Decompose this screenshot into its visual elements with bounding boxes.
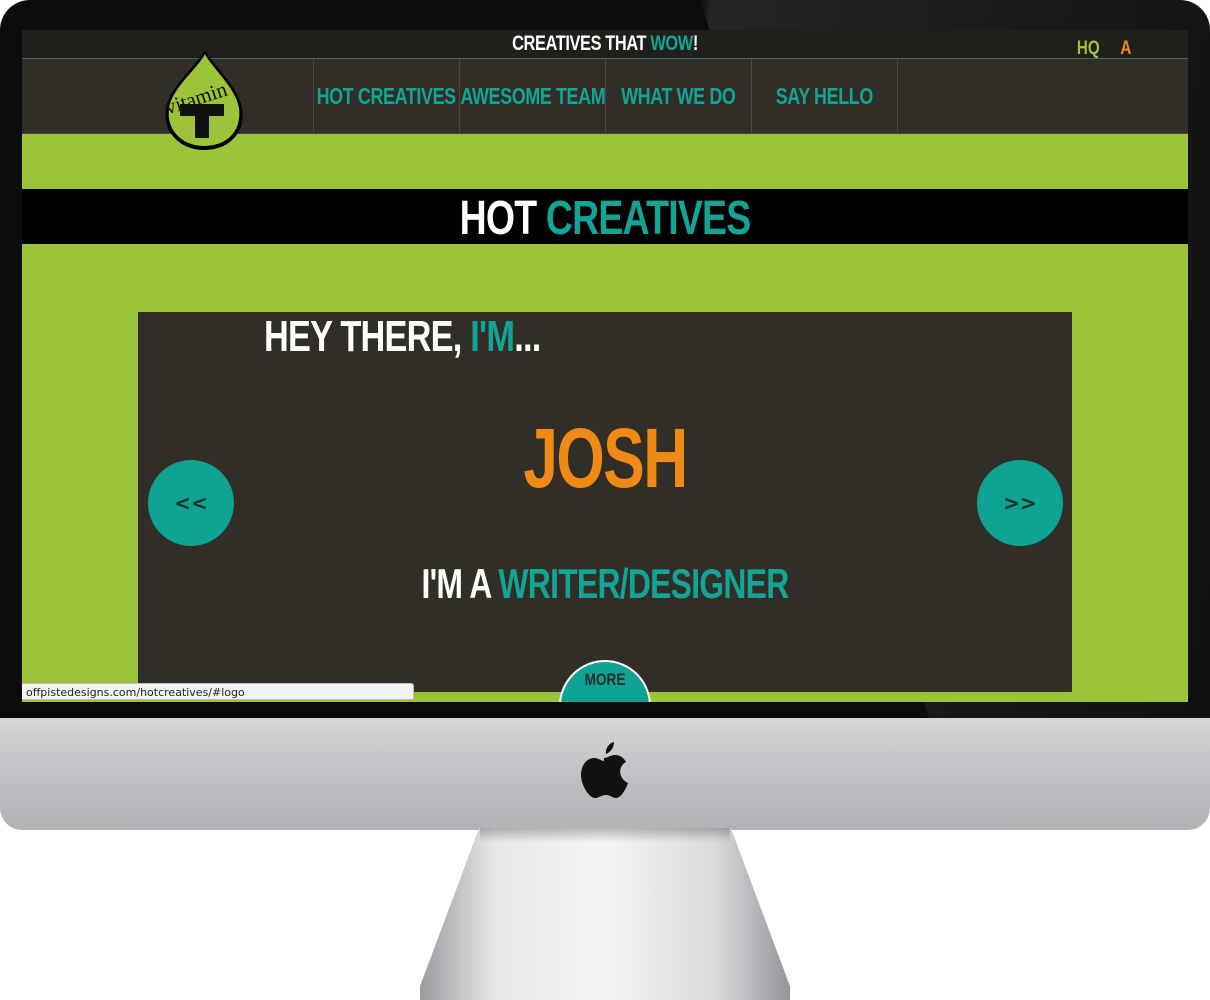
stand-shadow <box>480 828 730 842</box>
browser-status-bar: offpistedesigns.com/hotcreatives/#logo <box>22 683 414 700</box>
website-screen: CREATIVES THAT WOW! HQ A HOT CREATIVES A… <box>22 30 1188 702</box>
more-button-label: MORE <box>584 670 626 689</box>
a-link[interactable]: A <box>1120 38 1131 60</box>
nav-item-hot-creatives[interactable]: HOT CREATIVES <box>313 59 459 133</box>
section-title-band: HOT CREATIVES <box>22 189 1188 246</box>
section-title-part2: CREATIVES <box>545 192 751 245</box>
tagline-highlight: WOW <box>650 32 693 55</box>
creative-slider: HEY THERE, I'M... JOSH I'M A WRITER/DESI… <box>138 312 1072 702</box>
monitor-stand <box>420 828 790 1000</box>
nav-item-say-hello[interactable]: SAY HELLO <box>751 59 898 133</box>
section-title: HOT CREATIVES <box>150 191 1059 246</box>
nav-items: HOT CREATIVES AWESOME TEAM WHAT WE DO SA… <box>313 59 898 133</box>
nav-item-label: SAY HELLO <box>775 82 874 109</box>
vitamin-t-drop-logo[interactable]: vitamin <box>158 46 248 154</box>
tagline: CREATIVES THAT WOW! <box>150 32 1059 56</box>
nav-item-label: AWESOME TEAM <box>460 82 605 109</box>
nav-item-label: WHAT WE DO <box>621 82 736 109</box>
nav-item-label: HOT CREATIVES <box>316 82 457 109</box>
next-button[interactable]: >> <box>977 460 1063 546</box>
nav-item-awesome-team[interactable]: AWESOME TEAM <box>459 59 605 133</box>
tagline-prefix: CREATIVES THAT <box>512 32 651 55</box>
hq-link[interactable]: HQ <box>1077 38 1100 60</box>
role-highlight: WRITER/DESIGNER <box>498 560 789 607</box>
greeting-suffix: ... <box>514 312 541 361</box>
more-button[interactable]: MORE <box>559 660 651 702</box>
section-title-part1: HOT <box>459 192 546 245</box>
tagline-suffix: ! <box>692 32 698 55</box>
role-prefix: I'M A <box>421 560 499 607</box>
previous-button[interactable]: << <box>148 460 234 546</box>
nav-item-what-we-do[interactable]: WHAT WE DO <box>605 59 751 133</box>
greeting: HEY THERE, I'M... <box>264 312 541 362</box>
creative-role: I'M A WRITER/DESIGNER <box>250 560 960 608</box>
apple-logo-icon <box>581 742 628 798</box>
greeting-prefix: HEY THERE, <box>264 312 471 361</box>
creative-name: JOSH <box>523 411 688 505</box>
greeting-highlight: I'M <box>470 312 515 361</box>
